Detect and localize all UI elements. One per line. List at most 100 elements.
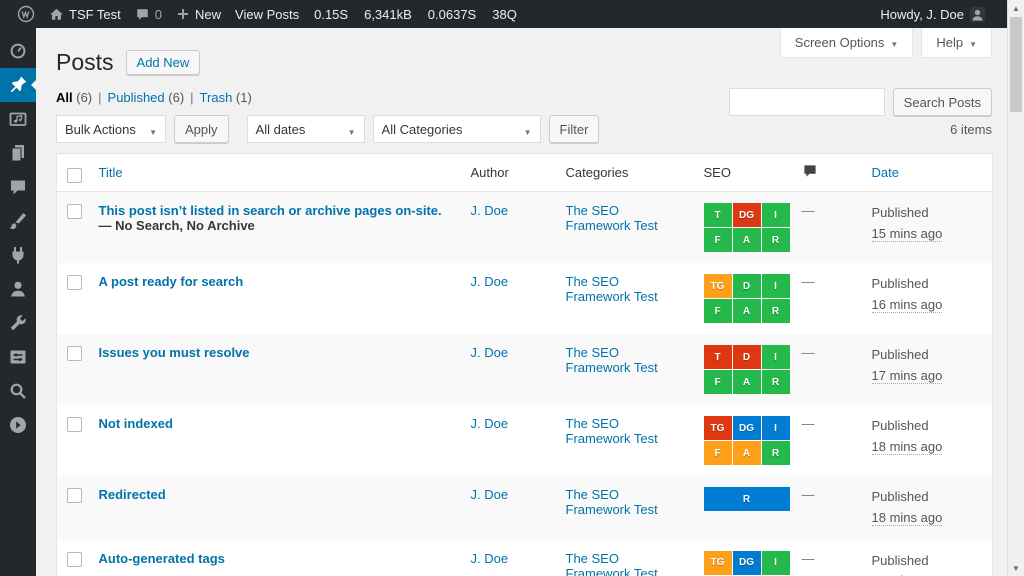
site-name-menu[interactable]: TSF Test bbox=[42, 0, 128, 28]
scrollbar[interactable]: ▲ ▼ bbox=[1007, 0, 1024, 576]
seo-badge-r: R bbox=[762, 299, 790, 323]
author-link[interactable]: J. Doe bbox=[471, 487, 509, 502]
post-status-label: Published bbox=[872, 276, 929, 291]
dates-select[interactable]: All dates bbox=[247, 115, 365, 143]
category-link[interactable]: The SEO Framework Test bbox=[566, 416, 658, 446]
search-input[interactable] bbox=[729, 88, 885, 116]
comments-menu[interactable]: 0 bbox=[128, 0, 169, 28]
seo-badge-r: R bbox=[762, 228, 790, 252]
view-all-count: (6) bbox=[76, 90, 92, 105]
post-date-label: 15 mins ago bbox=[872, 226, 943, 242]
new-content-menu[interactable]: New bbox=[169, 0, 228, 28]
filter-button[interactable]: Filter bbox=[549, 115, 600, 143]
column-header-seo: SEO bbox=[694, 154, 792, 192]
author-link[interactable]: J. Doe bbox=[471, 203, 509, 218]
stat-query-time: 0.0637S bbox=[428, 7, 476, 22]
bulk-actions-select[interactable]: Bulk Actions bbox=[56, 115, 166, 143]
seo-badge-tg: TG bbox=[704, 274, 732, 298]
view-trash-label[interactable]: Trash bbox=[200, 90, 233, 105]
sidebar-item-appearance[interactable] bbox=[0, 204, 36, 238]
category-link[interactable]: The SEO Framework Test bbox=[566, 274, 658, 304]
view-published-label[interactable]: Published bbox=[108, 90, 165, 105]
post-date-label: 18 mins ago bbox=[872, 510, 943, 526]
scroll-up-icon[interactable]: ▲ bbox=[1008, 0, 1024, 16]
view-published[interactable]: Published (6) bbox=[108, 90, 185, 105]
sidebar-item-users[interactable] bbox=[0, 272, 36, 306]
seo-badge-i: I bbox=[762, 345, 790, 369]
seo-badge-t: T bbox=[704, 203, 732, 227]
chevron-down-icon bbox=[890, 35, 898, 50]
posts-table: Title Author Categories SEO Date This po… bbox=[56, 153, 993, 576]
category-link[interactable]: The SEO Framework Test bbox=[566, 487, 658, 517]
category-link[interactable]: The SEO Framework Test bbox=[566, 551, 658, 576]
seo-badge-f: F bbox=[704, 228, 732, 252]
chevron-down-icon bbox=[149, 123, 157, 138]
sidebar-item-dashboard[interactable] bbox=[0, 34, 36, 68]
sidebar-item-tools[interactable] bbox=[0, 306, 36, 340]
scroll-down-icon[interactable]: ▼ bbox=[1008, 560, 1024, 576]
row-checkbox[interactable] bbox=[67, 488, 82, 503]
sidebar-item-posts[interactable] bbox=[0, 68, 36, 102]
sidebar-item-pages[interactable] bbox=[0, 136, 36, 170]
post-title-link[interactable]: Not indexed bbox=[99, 416, 173, 431]
view-posts-menu[interactable]: View Posts bbox=[228, 0, 306, 28]
my-account-menu[interactable]: Howdy, J. Doe bbox=[873, 0, 993, 28]
author-link[interactable]: J. Doe bbox=[471, 274, 509, 289]
help-toggle[interactable]: Help bbox=[921, 28, 992, 58]
seo-bar: R bbox=[704, 487, 792, 511]
author-link[interactable]: J. Doe bbox=[471, 416, 509, 431]
sidebar-item-comments[interactable] bbox=[0, 170, 36, 204]
row-checkbox[interactable] bbox=[67, 346, 82, 361]
post-title-link[interactable]: This post isn’t listed in search or arch… bbox=[99, 203, 442, 218]
seo-badge-dg: DG bbox=[733, 551, 761, 575]
column-header-title[interactable]: Title bbox=[89, 154, 461, 192]
sidebar-item-collapse-menu[interactable] bbox=[0, 408, 36, 442]
row-checkbox[interactable] bbox=[67, 275, 82, 290]
sidebar bbox=[0, 28, 36, 576]
view-trash[interactable]: Trash (1) bbox=[200, 90, 252, 105]
seo-bar: TGDGIFAR bbox=[704, 551, 792, 576]
wp-logo-menu[interactable] bbox=[10, 0, 42, 28]
seo-badge-dg: DG bbox=[733, 416, 761, 440]
view-all[interactable]: All (6) bbox=[56, 90, 92, 105]
row-checkbox[interactable] bbox=[67, 552, 82, 567]
category-link[interactable]: The SEO Framework Test bbox=[566, 345, 658, 375]
post-title-link[interactable]: Auto-generated tags bbox=[99, 551, 225, 566]
table-nav: Bulk Actions Apply All dates All Categor… bbox=[56, 115, 992, 143]
apply-button[interactable]: Apply bbox=[174, 115, 229, 143]
comments-count: 0 bbox=[155, 7, 162, 22]
post-title-link[interactable]: Redirected bbox=[99, 487, 166, 502]
screen-options-toggle[interactable]: Screen Options bbox=[780, 28, 914, 58]
sidebar-item-search[interactable] bbox=[0, 374, 36, 408]
table-row: Redirected J. Doe The SEO Framework Test… bbox=[57, 476, 993, 540]
view-separator: | bbox=[98, 90, 101, 105]
comments-value: — bbox=[802, 274, 815, 289]
add-new-button[interactable]: Add New bbox=[126, 50, 201, 75]
sidebar-item-settings[interactable] bbox=[0, 340, 36, 374]
seo-badge-i: I bbox=[762, 416, 790, 440]
author-link[interactable]: J. Doe bbox=[471, 345, 509, 360]
row-checkbox[interactable] bbox=[67, 417, 82, 432]
item-count: 6 items bbox=[950, 122, 992, 137]
seo-badge-i: I bbox=[762, 274, 790, 298]
sidebar-item-plugins[interactable] bbox=[0, 238, 36, 272]
table-row: This post isn’t listed in search or arch… bbox=[57, 192, 993, 264]
column-header-date[interactable]: Date bbox=[862, 154, 993, 192]
sidebar-item-media[interactable] bbox=[0, 102, 36, 136]
seo-badge-i: I bbox=[762, 551, 790, 575]
select-all-checkbox[interactable] bbox=[67, 168, 82, 183]
view-posts-label: View Posts bbox=[235, 7, 299, 22]
scrollbar-thumb[interactable] bbox=[1010, 17, 1022, 112]
post-status-label: Published bbox=[872, 553, 929, 568]
comments-value: — bbox=[802, 203, 815, 218]
post-state-label: — No Search, No Archive bbox=[99, 218, 255, 233]
stat-query-count: 38Q bbox=[492, 7, 517, 22]
category-link[interactable]: The SEO Framework Test bbox=[566, 203, 658, 233]
post-title-link[interactable]: Issues you must resolve bbox=[99, 345, 250, 360]
view-published-count: (6) bbox=[168, 90, 184, 105]
author-link[interactable]: J. Doe bbox=[471, 551, 509, 566]
search-posts-button[interactable]: Search Posts bbox=[893, 88, 992, 116]
categories-select[interactable]: All Categories bbox=[373, 115, 541, 143]
row-checkbox[interactable] bbox=[67, 204, 82, 219]
post-title-link[interactable]: A post ready for search bbox=[99, 274, 244, 289]
